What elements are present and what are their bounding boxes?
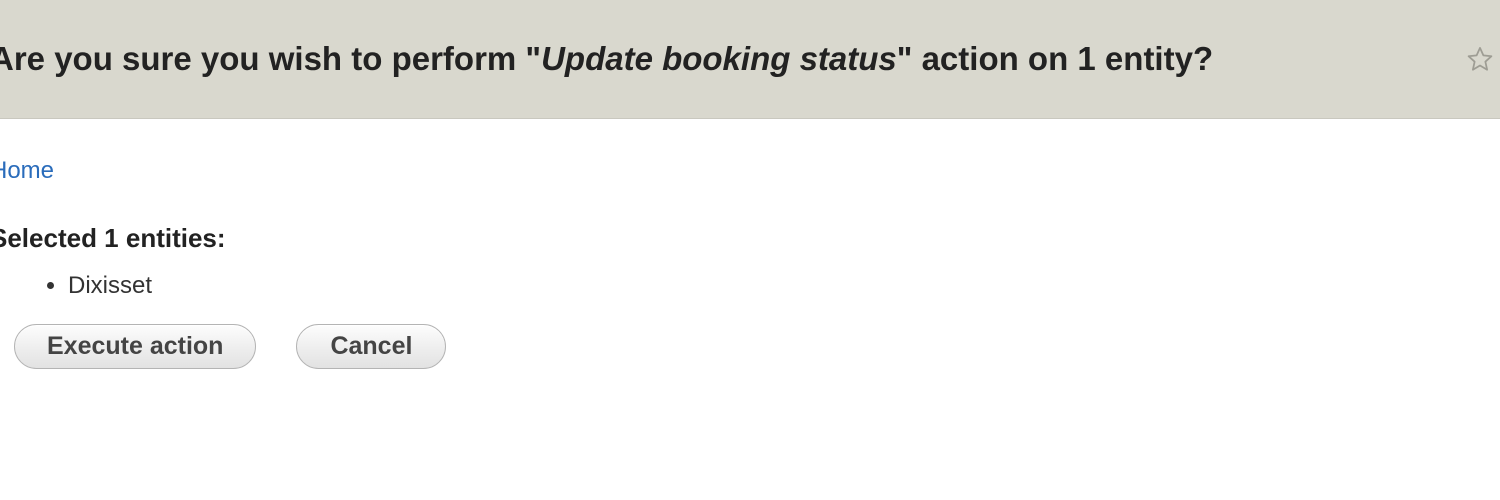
list-item: Dixisset bbox=[68, 272, 1500, 300]
entity-list: Dixisset bbox=[0, 272, 1500, 300]
page-title: Are you sure you wish to perform "Update… bbox=[0, 40, 1213, 78]
page-header: Are you sure you wish to perform "Update… bbox=[0, 0, 1500, 119]
breadcrumb-home[interactable]: Home bbox=[0, 157, 54, 184]
page-title-prefix: Are you sure you wish to perform " bbox=[0, 40, 541, 77]
star-icon[interactable] bbox=[1466, 45, 1494, 73]
cancel-button[interactable]: Cancel bbox=[296, 324, 446, 369]
selected-entities-heading: Selected 1 entities: bbox=[0, 223, 1500, 254]
breadcrumb: Home bbox=[0, 157, 1500, 185]
execute-action-button[interactable]: Execute action bbox=[14, 324, 256, 369]
page-title-suffix: " action on 1 entity? bbox=[897, 40, 1213, 77]
page-title-action: Update booking status bbox=[541, 40, 897, 77]
main-content: Home Selected 1 entities: Dixisset Execu… bbox=[0, 119, 1500, 369]
action-buttons: Execute action Cancel bbox=[14, 324, 1500, 369]
